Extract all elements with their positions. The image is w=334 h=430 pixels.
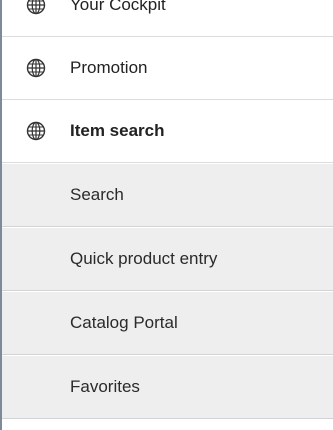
globe-icon: [26, 58, 46, 78]
submenu-item-search[interactable]: Search: [2, 164, 333, 227]
menu-item-your-cockpit[interactable]: Your Cockpit: [2, 0, 333, 37]
menu-item-label: Item search: [70, 121, 165, 140]
navigation-menu: Your Cockpit Promotion Item search Searc…: [0, 0, 334, 430]
submenu-item-label: Quick product entry: [70, 249, 218, 268]
submenu-item-label: Catalog Portal: [70, 313, 178, 332]
menu-item-promotion[interactable]: Promotion: [2, 37, 333, 100]
submenu-item-catalog-portal[interactable]: Catalog Portal: [2, 292, 333, 355]
submenu-item-quick-product-entry[interactable]: Quick product entry: [2, 228, 333, 291]
menu-item-label: Promotion: [70, 58, 148, 77]
submenu-item-label: Favorites: [70, 377, 140, 396]
globe-icon: [26, 121, 46, 141]
menu-item-label: Your Cockpit: [70, 0, 166, 14]
submenu-item-label: Search: [70, 185, 124, 204]
menu-item-item-search[interactable]: Item search: [2, 100, 333, 163]
submenu-item-favorites[interactable]: Favorites: [2, 356, 333, 419]
globe-icon: [26, 0, 46, 15]
